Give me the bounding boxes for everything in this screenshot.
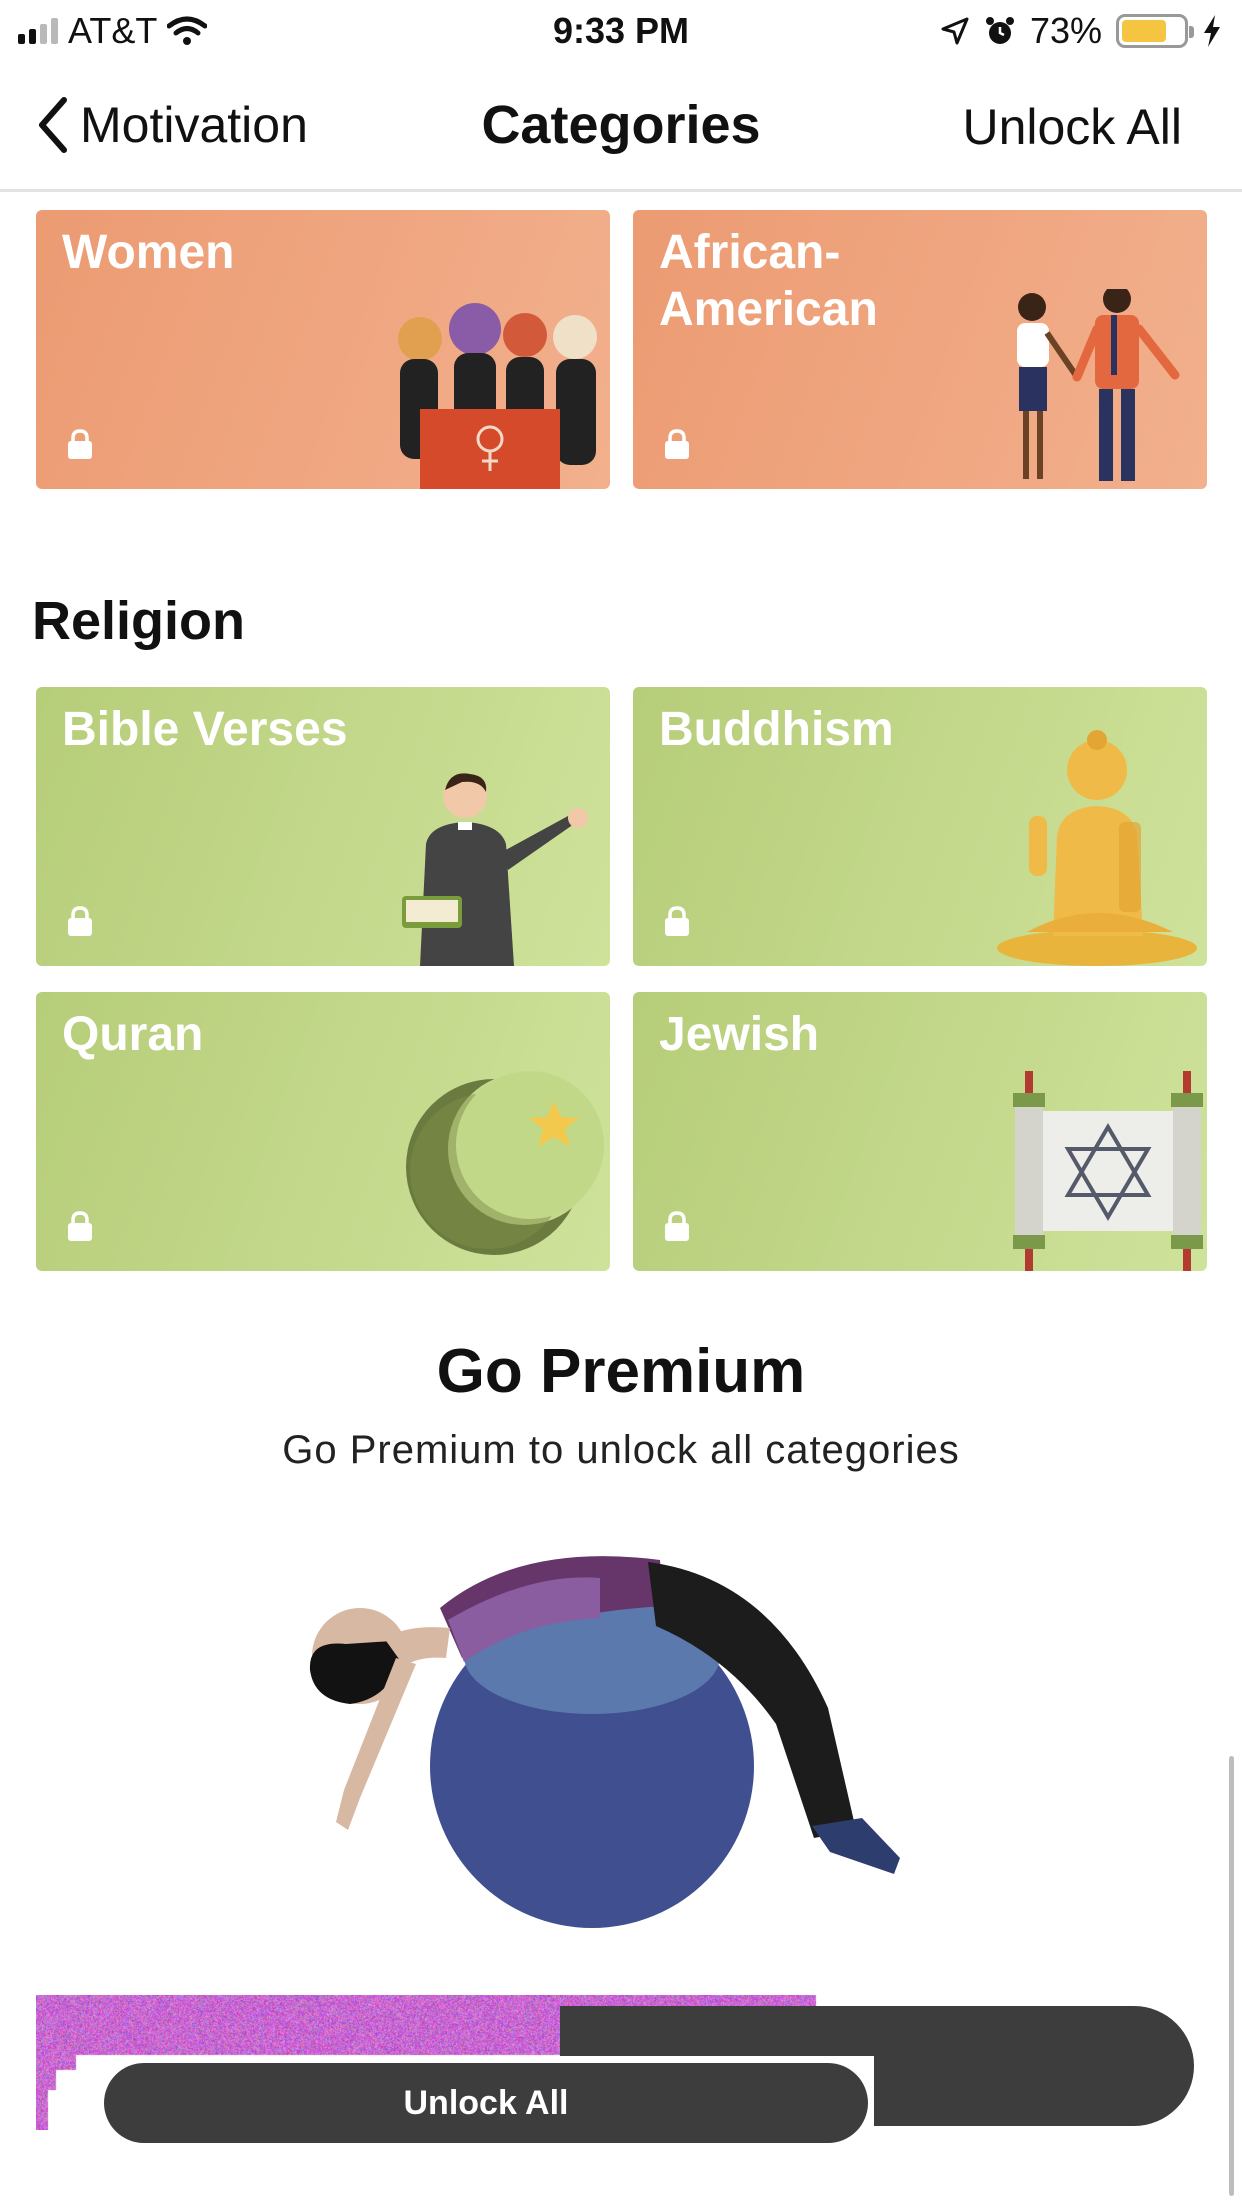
premium-subtitle: Go Premium to unlock all categories — [282, 1428, 960, 1472]
alarm-icon — [985, 17, 1014, 44]
charging-icon — [1204, 15, 1220, 47]
card-title: Women — [62, 226, 235, 279]
category-card-bible-verses[interactable]: Bible Verses — [36, 687, 610, 966]
category-card-african-american[interactable]: African-American — [633, 210, 1207, 489]
lock-icon — [68, 1211, 92, 1241]
premium-title: Go Premium — [436, 1337, 806, 1406]
card-title: African-American — [659, 226, 878, 336]
lock-icon — [68, 906, 92, 936]
buddha-statue-illustration — [997, 730, 1197, 966]
status-bar: AT&T 9:33 PM 73% — [0, 0, 1242, 62]
star-of-david-scroll-illustration — [1013, 1071, 1203, 1271]
woman-on-exercise-ball-illustration — [309, 1556, 900, 1928]
unlock-all-button[interactable]: Unlock All — [104, 2063, 868, 2143]
lock-icon — [665, 429, 689, 459]
card-title: Quran — [62, 1008, 204, 1061]
category-card-quran[interactable]: Quran — [36, 992, 610, 1271]
location-icon — [941, 17, 969, 45]
unlock-all-nav-button[interactable]: Unlock All — [962, 98, 1182, 156]
lock-icon — [665, 906, 689, 936]
priest-with-bible-illustration — [402, 773, 588, 966]
status-right: 73% — [940, 10, 1222, 52]
card-title: Buddhism — [659, 703, 894, 756]
lock-icon — [665, 1211, 689, 1241]
battery-icon — [1116, 14, 1194, 48]
category-card-buddhism[interactable]: Buddhism — [633, 687, 1207, 966]
crescent-star-illustration — [406, 1071, 604, 1255]
scrollbar[interactable] — [1229, 1756, 1234, 2196]
category-card-jewish[interactable]: Jewish — [633, 992, 1207, 1271]
battery-level-fill — [1122, 20, 1166, 42]
category-card-women[interactable]: Women — [36, 210, 610, 489]
lock-icon — [68, 429, 92, 459]
women-group-illustration — [398, 303, 597, 489]
section-title-religion: Religion — [32, 591, 245, 651]
card-title: Bible Verses — [62, 703, 348, 756]
navigation-bar: Motivation Categories Unlock All — [0, 62, 1242, 192]
card-title: Jewish — [659, 1008, 820, 1061]
couple-holding-hands-illustration — [1017, 289, 1180, 481]
battery-percent: 73% — [1029, 10, 1102, 51]
